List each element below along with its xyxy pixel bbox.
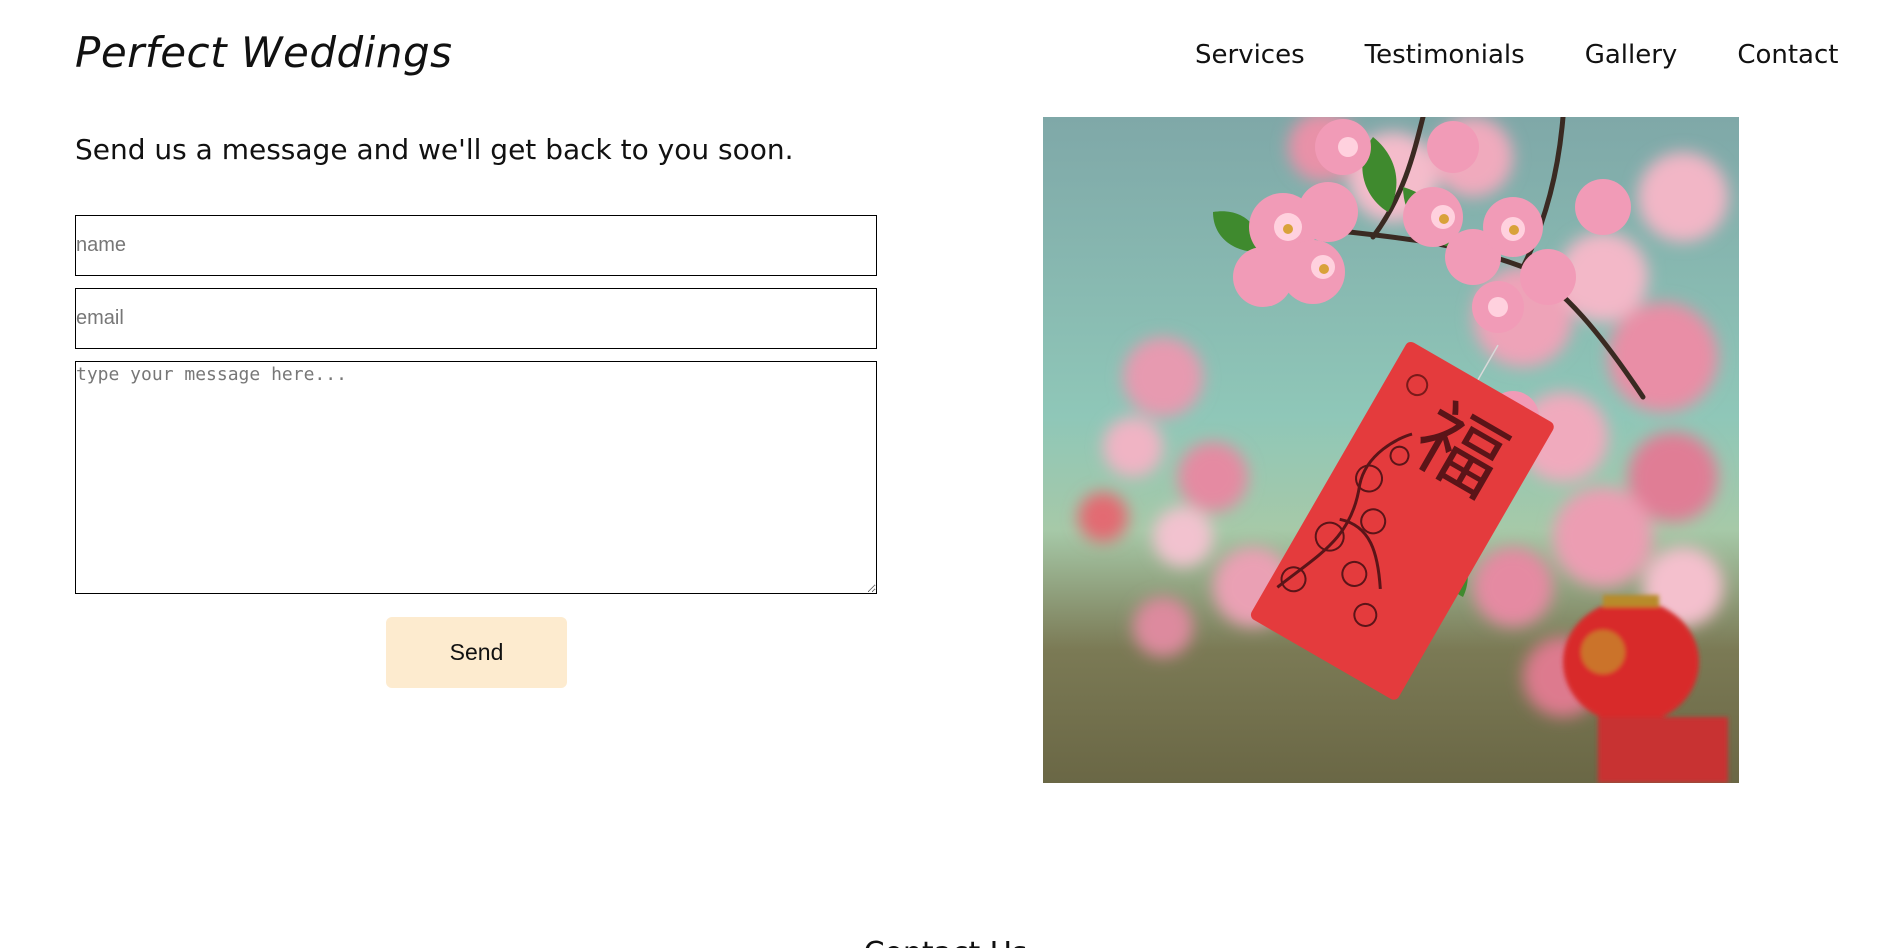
brand-logo[interactable]: Perfect Weddings [75, 28, 453, 78]
page: Perfect Weddings Services Testimonials G… [0, 0, 1891, 948]
blossom-photo: 福 [1043, 117, 1739, 783]
blossom-photo-art: 福 [1078, 117, 1728, 783]
nav-testimonials[interactable]: Testimonials [1365, 40, 1525, 71]
main-nav: Services Testimonials Gallery Contact [1195, 40, 1838, 71]
site-header: Perfect Weddings Services Testimonials G… [0, 0, 1891, 112]
footer-heading: Contact Us [0, 936, 1891, 948]
nav-gallery[interactable]: Gallery [1585, 40, 1678, 71]
name-input[interactable] [75, 215, 877, 276]
nav-services[interactable]: Services [1195, 40, 1305, 71]
contact-form [75, 215, 877, 594]
send-button[interactable]: Send [386, 617, 567, 688]
message-textarea[interactable] [75, 361, 877, 594]
contact-intro: Send us a message and we'll get back to … [75, 133, 794, 166]
email-input[interactable] [75, 288, 877, 349]
nav-contact[interactable]: Contact [1737, 40, 1838, 71]
